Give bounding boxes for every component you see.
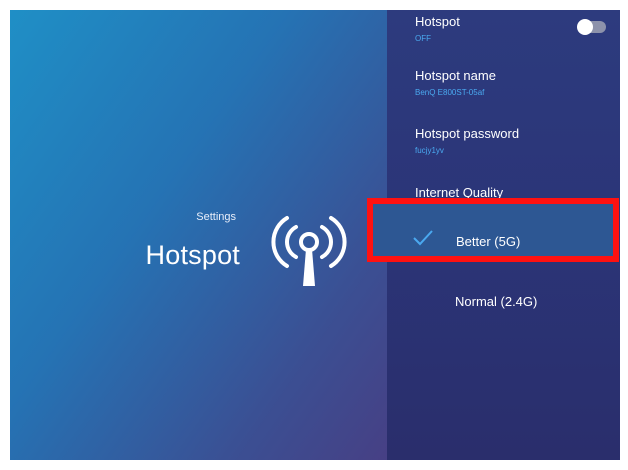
hotspot-name-value: BenQ E800ST-05af — [415, 88, 485, 97]
hotspot-toggle[interactable] — [577, 19, 606, 35]
option-better-5g[interactable] — [367, 198, 619, 262]
option-normal-2-4g[interactable]: Normal (2.4G) — [455, 294, 537, 309]
hotspot-item[interactable]: Hotspot OFF — [415, 14, 460, 43]
settings-caption: Settings — [196, 211, 236, 223]
hotspot-label: Hotspot — [415, 14, 460, 29]
hotspot-name-label: Hotspot name — [415, 68, 496, 83]
hotspot-password-value: fucjy1yv — [415, 146, 444, 155]
hotspot-password-item[interactable]: Hotspot password fucjy1yv — [415, 126, 519, 155]
check-icon — [413, 230, 433, 246]
hotspot-password-label: Hotspot password — [415, 126, 520, 141]
antenna-broadcast-icon — [271, 216, 347, 286]
page-title: Hotspot — [145, 240, 240, 270]
hotspot-name-item[interactable]: Hotspot name BenQ E800ST-05af — [415, 68, 496, 97]
hotspot-status: OFF — [415, 34, 431, 43]
option-better-5g-label: Better (5G) — [456, 234, 521, 249]
toggle-knob — [577, 19, 593, 35]
